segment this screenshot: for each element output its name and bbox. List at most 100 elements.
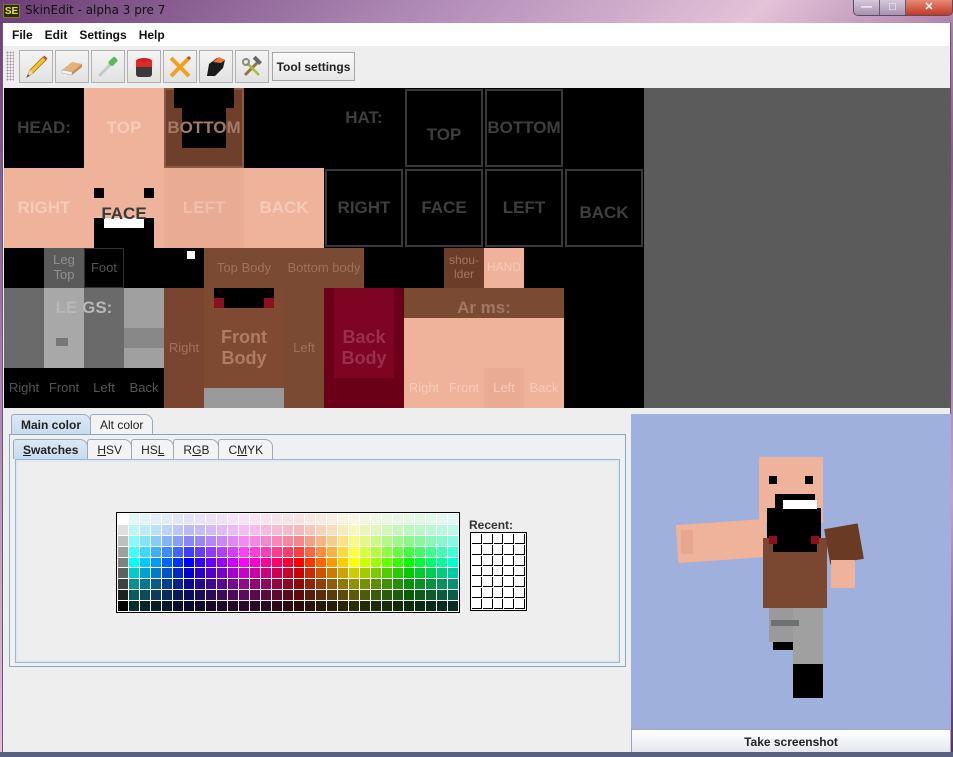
color-swatch[interactable] [129,514,139,524]
color-swatch[interactable] [305,514,315,524]
fill-tool-button[interactable] [127,50,161,83]
tools-button[interactable] [235,50,269,83]
color-swatch[interactable] [338,514,348,524]
color-swatch[interactable] [294,568,304,579]
color-swatch[interactable] [118,524,128,535]
color-swatch[interactable] [316,590,326,601]
color-swatch[interactable] [184,557,194,568]
color-swatch[interactable] [151,568,161,579]
tab-cmyk[interactable]: C M YK [218,439,274,459]
color-swatch[interactable] [140,535,150,546]
color-swatch[interactable] [206,524,216,535]
color-swatch[interactable] [437,557,447,568]
color-swatch[interactable] [283,514,293,524]
toolbar-grip-handle[interactable] [6,51,14,81]
color-swatch[interactable] [404,524,414,535]
color-swatch[interactable] [206,568,216,579]
color-swatch[interactable] [283,535,293,546]
color-swatch[interactable] [129,557,139,568]
color-swatch[interactable] [173,568,183,579]
line-tool-button[interactable] [163,50,197,83]
body-bottom-region[interactable]: Bottom body [284,248,364,288]
color-swatch[interactable] [129,590,139,601]
color-swatch[interactable] [349,535,359,546]
color-swatch[interactable] [261,579,271,590]
color-swatch[interactable] [404,546,414,557]
recent-swatch[interactable] [493,599,504,609]
color-swatch[interactable] [217,524,227,535]
hat-face-region[interactable]: FACE [405,169,483,247]
color-swatch[interactable] [371,546,381,557]
recent-swatch[interactable] [515,555,525,566]
color-swatch[interactable] [239,557,249,568]
color-swatch[interactable] [228,568,238,579]
color-swatch[interactable] [261,535,271,546]
recent-swatch[interactable] [493,588,504,599]
recent-swatch[interactable] [515,577,525,588]
recent-swatch[interactable] [504,555,515,566]
color-swatch[interactable] [118,514,128,524]
color-swatch[interactable] [195,524,205,535]
color-swatch[interactable] [404,579,414,590]
color-swatch[interactable] [305,601,315,611]
arm-hand-region[interactable]: HAND [484,248,524,288]
color-swatch[interactable] [162,568,172,579]
color-swatch[interactable] [162,514,172,524]
color-swatch[interactable] [228,601,238,611]
color-swatch[interactable] [118,590,128,601]
tab-swatches[interactable]: Swatches [13,439,89,459]
color-swatch[interactable] [206,590,216,601]
color-swatch[interactable] [316,524,326,535]
recent-swatch[interactable] [493,566,504,577]
color-swatch[interactable] [448,590,458,601]
color-swatch[interactable] [272,568,282,579]
color-swatch[interactable] [250,557,260,568]
color-swatch[interactable] [283,590,293,601]
color-swatch[interactable] [305,579,315,590]
color-swatch[interactable] [316,535,326,546]
color-swatch[interactable] [294,557,304,568]
recent-swatch[interactable] [472,588,482,599]
color-swatch[interactable] [316,579,326,590]
color-swatch[interactable] [415,557,425,568]
recent-swatch[interactable] [472,599,482,609]
color-swatch[interactable] [239,514,249,524]
color-swatch[interactable] [206,557,216,568]
color-swatch[interactable] [371,568,381,579]
color-swatch[interactable] [437,601,447,611]
color-swatch[interactable] [151,557,161,568]
color-swatch[interactable] [162,557,172,568]
color-swatch[interactable] [294,535,304,546]
color-swatch[interactable] [261,601,271,611]
color-swatch[interactable] [371,535,381,546]
color-swatch[interactable] [382,514,392,524]
recent-swatch[interactable] [515,599,525,609]
color-swatch[interactable] [338,524,348,535]
color-swatch[interactable] [151,579,161,590]
color-swatch[interactable] [393,535,403,546]
color-swatch[interactable] [371,590,381,601]
color-swatch[interactable] [338,557,348,568]
color-swatch[interactable] [151,590,161,601]
burn-tool-button[interactable] [199,50,233,83]
color-swatch[interactable] [294,579,304,590]
color-swatch[interactable] [349,524,359,535]
recent-swatch[interactable] [515,566,525,577]
recent-swatch-grid[interactable] [470,532,527,611]
color-swatch[interactable] [118,557,128,568]
color-swatch[interactable] [173,590,183,601]
color-swatch[interactable] [217,590,227,601]
color-swatch[interactable] [349,514,359,524]
head-right-region[interactable]: RIGHT [4,168,84,248]
skin-texture-canvas[interactable]: HEAD: TOP BOTTOM RIGHT FACE LEFT BACK HA… [4,88,644,408]
color-swatch[interactable] [162,546,172,557]
body-left-region[interactable]: Left [284,288,324,408]
color-swatch[interactable] [173,514,183,524]
color-swatch[interactable] [349,579,359,590]
recent-swatch[interactable] [482,566,493,577]
color-swatch[interactable] [140,546,150,557]
color-swatch[interactable] [151,514,161,524]
color-swatch[interactable] [382,579,392,590]
hat-bottom-region[interactable]: BOTTOM [485,89,563,167]
recent-swatch[interactable] [504,599,515,609]
